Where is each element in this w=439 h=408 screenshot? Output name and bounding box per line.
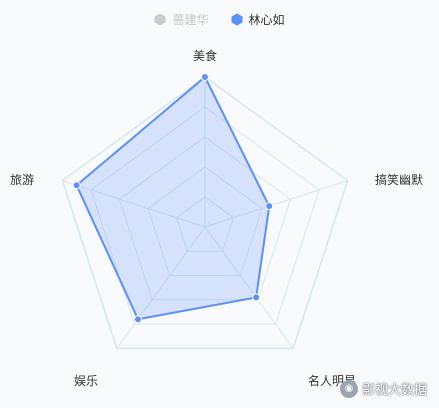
radar-indicator-label: 搞笑幽默: [375, 172, 423, 187]
radar-series-area: [75, 76, 271, 321]
legend-item-series-2[interactable]: 林心如: [231, 11, 285, 28]
legend-label: 林心如: [248, 13, 285, 27]
hexagon-icon: [231, 13, 242, 26]
radar-indicator-label: 旅游: [10, 173, 34, 187]
radar-data-point: [201, 73, 209, 81]
watermark-text: 影视大数据: [361, 382, 427, 397]
watermark: ◉ 影视大数据: [339, 379, 427, 398]
radar-data-point: [252, 293, 261, 302]
radar-indicator-label: 娱乐: [74, 374, 98, 388]
wechat-logo-icon: ◉: [339, 379, 358, 398]
chart-legend: 蔷建华 林心如: [0, 11, 439, 28]
radar-indicator-label: 美食: [193, 48, 217, 63]
hexagon-icon: [154, 13, 166, 26]
legend-label: 蔷建华: [172, 13, 209, 27]
radar-data-point: [133, 315, 142, 324]
radar-data-point: [265, 202, 274, 211]
radar-chart: 美食搞笑幽默名人明星娱乐旅游: [10, 48, 423, 388]
radar-data-point: [72, 181, 81, 190]
legend-item-series-1[interactable]: 蔷建华: [154, 11, 209, 28]
